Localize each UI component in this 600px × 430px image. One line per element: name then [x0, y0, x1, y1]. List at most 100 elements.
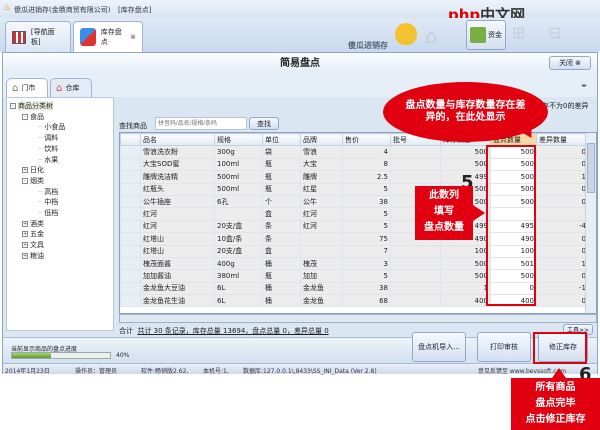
- expand-icon[interactable]: +: [22, 167, 28, 174]
- tree-node[interactable]: + 五金: [22, 229, 44, 239]
- module-title: [库存盘点]: [118, 6, 152, 14]
- table-cell: 400: [440, 294, 491, 308]
- table-cell: 8: [342, 157, 391, 172]
- row-header[interactable]: [120, 281, 141, 296]
- tree-line: ┈: [38, 155, 43, 164]
- summary-row: 合计 共计 30 条记录，库存总量 13694，盘点总量 0，差异总量 0: [119, 326, 329, 336]
- top-tab-bar: [导航面板] 库存盘点 ⊗ 傻瓜进销存 ⌂ 资金 ⊞ ⊟: [0, 18, 600, 52]
- row-header[interactable]: [120, 194, 141, 209]
- table-cell: 2.5: [342, 170, 391, 184]
- tree-line: ┈: [38, 209, 43, 217]
- row-header[interactable]: [120, 256, 141, 271]
- tab-scroll-arrows[interactable]: ◂▸: [581, 82, 587, 89]
- fix-button-highlight: [533, 332, 587, 364]
- table-cell: 红瓶头: [140, 182, 215, 196]
- tree-node[interactable]: ┈ 水果: [38, 155, 58, 165]
- table-cell: 公牛插座: [140, 194, 215, 209]
- table-cell: -4: [536, 219, 589, 234]
- tree-node[interactable]: ┈ 小食品: [38, 122, 65, 132]
- collapse-icon[interactable]: -: [10, 103, 16, 109]
- horizontal-scrollbar[interactable]: [119, 314, 597, 323]
- table-cell: 6L: [214, 281, 263, 296]
- table-cell: 10盒/条: [214, 232, 263, 246]
- expand-icon[interactable]: +: [22, 231, 28, 238]
- home-icon[interactable]: ⌂: [425, 24, 438, 48]
- tree-node[interactable]: - 食品: [22, 112, 44, 122]
- tree-node[interactable]: + 日化: [22, 165, 44, 175]
- column-header[interactable]: 品牌: [300, 133, 343, 147]
- table-cell: 6孔: [214, 194, 263, 209]
- tree-node[interactable]: + 粮油: [22, 251, 44, 261]
- tree-line: ┈: [38, 144, 43, 153]
- brand-logo-text: 傻瓜进销存: [348, 41, 388, 50]
- tab-inventory-count[interactable]: 库存盘点 ⊗: [73, 21, 143, 52]
- close-button[interactable]: 关闭 ⊗: [549, 56, 591, 70]
- tree-node[interactable]: ┈ 饮料: [38, 144, 58, 154]
- tree-label: 文具: [30, 241, 44, 250]
- tab-store[interactable]: ⌂ 门市: [6, 78, 48, 97]
- progress-text: 40%: [116, 352, 130, 359]
- row-header[interactable]: [120, 232, 141, 246]
- tree-node[interactable]: ┈ 中档: [38, 197, 58, 207]
- column-header[interactable]: 差异数量: [536, 133, 589, 147]
- table-cell: 袋: [262, 145, 301, 159]
- import-from-scanner-button[interactable]: 盘点机导入...: [412, 332, 466, 362]
- tree-label: 食品: [30, 112, 44, 121]
- remove-document-icon[interactable]: ⊟: [548, 23, 561, 42]
- tree-line: ┈: [38, 187, 43, 196]
- column-header[interactable]: 单位: [262, 133, 301, 147]
- row-header[interactable]: [120, 207, 141, 221]
- row-header[interactable]: [120, 157, 141, 172]
- table-cell: 红塔山: [140, 232, 215, 246]
- status-software: 软件:畅销版2.62,: [141, 368, 189, 375]
- tab-navigation-panel[interactable]: [导航面板]: [5, 21, 71, 52]
- tab-label: 门市: [21, 84, 36, 92]
- print-audit-button[interactable]: 打印审核: [477, 332, 531, 362]
- tab-label: 仓库: [65, 84, 80, 92]
- tree-root[interactable]: - 商品分类树: [10, 101, 53, 111]
- row-header[interactable]: [120, 244, 141, 258]
- column-header[interactable]: 规格: [214, 133, 263, 147]
- store-icon: ⌂: [12, 82, 19, 94]
- table-cell: 500ml: [214, 182, 263, 196]
- expand-icon[interactable]: +: [22, 220, 28, 227]
- select-all-corner[interactable]: [120, 133, 141, 147]
- search-button[interactable]: 查找: [249, 117, 279, 130]
- row-header[interactable]: [120, 170, 141, 184]
- row-header[interactable]: [120, 145, 141, 159]
- step-6-callout: 所有商品 盘点完毕 点击修正库存: [511, 378, 600, 430]
- collapse-icon[interactable]: -: [22, 177, 28, 184]
- vertical-scrollbar[interactable]: [585, 133, 596, 313]
- collapse-icon[interactable]: -: [22, 113, 28, 120]
- search-input[interactable]: [155, 117, 247, 130]
- tree-node[interactable]: + 文具: [22, 240, 44, 250]
- table-cell: 槐茂面酱: [140, 256, 215, 271]
- row-header[interactable]: [120, 219, 141, 234]
- scroll-thumb[interactable]: [587, 143, 595, 193]
- tree-node[interactable]: ┈ 调料: [38, 133, 58, 143]
- table-cell: 红河: [140, 207, 215, 221]
- tree-node[interactable]: ┈ 低档: [38, 208, 58, 218]
- table-cell: 0: [536, 194, 589, 209]
- step-5-callout: 此数列 填写 盘点数量: [415, 186, 473, 240]
- tree-node[interactable]: ┈ 高档: [38, 187, 58, 197]
- tree-node[interactable]: + 酒类: [22, 219, 44, 229]
- table-cell: 盒: [262, 207, 301, 221]
- add-document-icon[interactable]: ⊞: [512, 23, 525, 42]
- close-tab-icon[interactable]: ⊗: [130, 33, 136, 41]
- tab-warehouse[interactable]: ⌂ 仓库: [50, 78, 92, 97]
- table-cell: 5: [342, 207, 391, 221]
- search-label: 查找商品: [119, 122, 147, 130]
- funds-button[interactable]: 资金: [466, 20, 506, 50]
- expand-icon[interactable]: +: [22, 242, 28, 249]
- expand-icon[interactable]: +: [22, 252, 28, 259]
- row-header[interactable]: [120, 269, 141, 283]
- table-cell: 金龙鱼花生油: [140, 294, 215, 308]
- table-cell: 400g: [214, 256, 263, 271]
- row-header[interactable]: [120, 294, 141, 308]
- row-header[interactable]: [120, 182, 141, 196]
- column-header[interactable]: 售价: [342, 133, 391, 147]
- table-cell: [390, 157, 441, 172]
- column-header[interactable]: 品名: [140, 133, 215, 147]
- tree-node[interactable]: - 烟类: [22, 176, 44, 186]
